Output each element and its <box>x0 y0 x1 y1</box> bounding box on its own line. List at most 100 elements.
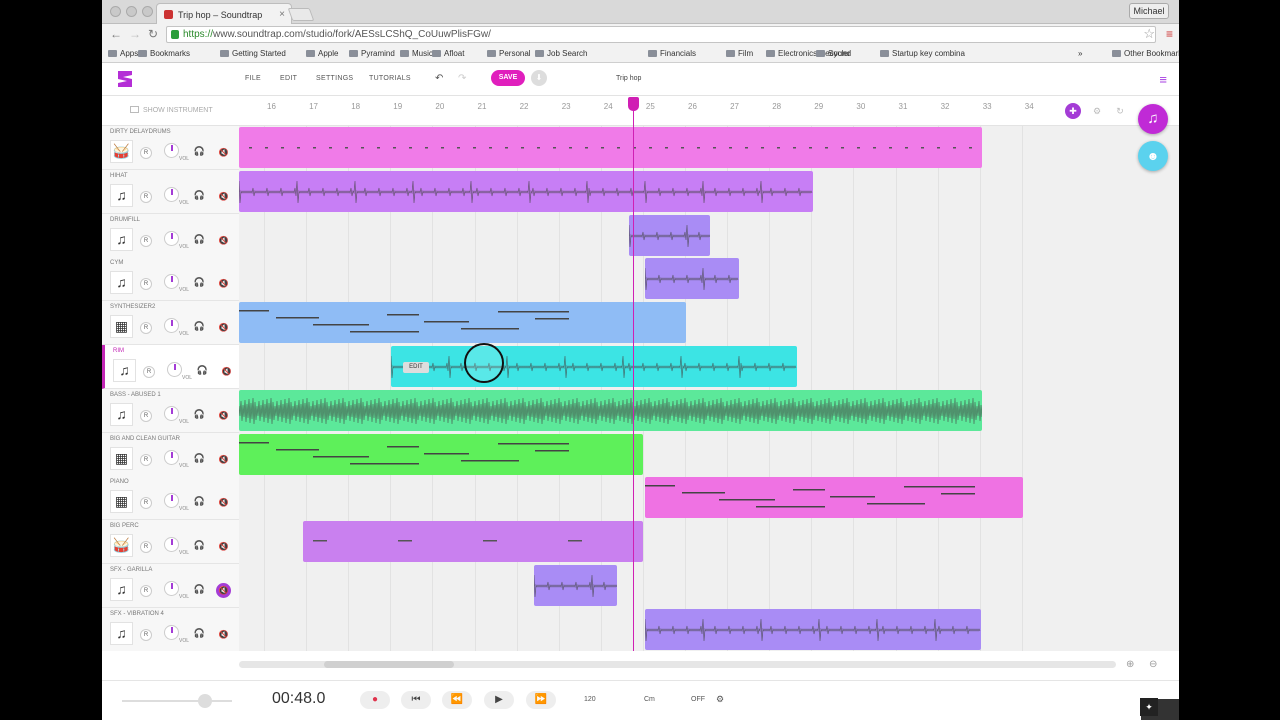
record-arm-button[interactable]: R <box>140 322 152 335</box>
tempo-display[interactable]: 120 <box>584 696 596 703</box>
collaborators-fab-icon[interactable]: ☻ <box>1138 141 1168 171</box>
track-name[interactable]: CYM <box>110 260 123 266</box>
bookmark-item[interactable]: Afloat <box>432 49 464 58</box>
fast-forward-button[interactable]: ⏩ <box>526 691 556 709</box>
note-icon[interactable]: ♫ <box>110 621 133 645</box>
zoom-window-button[interactable] <box>142 6 153 17</box>
track-name[interactable]: SFX - GARILLA <box>110 567 152 573</box>
track-header[interactable]: HIHAT ♫ R VOL 🎧 🔇 <box>102 169 239 214</box>
track-name[interactable]: BIG AND CLEAN GUITAR <box>110 436 180 442</box>
volume-knob[interactable] <box>164 493 179 509</box>
scrollbar-thumb[interactable] <box>324 661 454 668</box>
keyboard-icon[interactable]: ▦ <box>110 315 133 339</box>
screen-recorder-icon[interactable]: ✦ <box>1140 698 1158 716</box>
headphones-solo-icon[interactable]: 🎧 <box>193 540 206 553</box>
project-title[interactable]: Trip hop <box>616 75 641 82</box>
track-area[interactable]: DIRTY DELAYDRUMS 🥁 R VOL 🎧 🔇 HIHAT ♫ R VOL 🎧 🔇 DRUMF… <box>102 126 1179 651</box>
record-arm-button[interactable]: R <box>140 409 152 422</box>
record-arm-button[interactable]: R <box>140 278 152 291</box>
bookmark-item[interactable]: Startup key combina <box>880 49 965 58</box>
save-button[interactable]: SAVE <box>491 70 525 86</box>
bookmark-item[interactable]: Financials <box>648 49 696 58</box>
bookmark-item[interactable]: Apple <box>306 49 338 58</box>
headphones-solo-icon[interactable]: 🎧 <box>196 365 209 378</box>
record-arm-button[interactable]: R <box>140 628 152 641</box>
transport-settings-gear-icon[interactable]: ⚙ <box>716 694 724 705</box>
volume-knob[interactable] <box>164 318 179 334</box>
audio-clip[interactable] <box>534 565 617 606</box>
track-name[interactable]: RIM <box>113 348 124 354</box>
record-arm-button[interactable]: R <box>143 366 155 378</box>
record-arm-button[interactable]: R <box>140 453 152 466</box>
key-display[interactable]: Cm <box>644 696 655 703</box>
track-name[interactable]: PIANO <box>110 479 129 485</box>
track-header[interactable]: BIG PERC 🥁 R VOL 🎧 🔇 <box>102 520 239 565</box>
play-button[interactable]: ▶ <box>484 691 514 709</box>
volume-knob[interactable] <box>164 537 179 553</box>
keyboard-icon[interactable]: ▦ <box>110 446 133 470</box>
headphones-solo-icon[interactable]: 🎧 <box>193 409 206 422</box>
address-bar[interactable]: https://www.soundtrap.com/studio/fork/AE… <box>166 26 1156 43</box>
record-arm-button[interactable]: R <box>140 585 152 597</box>
bookmark-item[interactable]: Personal <box>487 49 531 58</box>
bookmark-item[interactable]: Bookmarks <box>138 49 190 58</box>
profile-button[interactable]: Michael <box>1129 3 1169 19</box>
soundtrap-logo-icon[interactable] <box>115 69 135 89</box>
bookmark-item[interactable]: Getting Started <box>220 49 286 58</box>
volume-knob[interactable] <box>164 581 179 596</box>
track-header[interactable]: RIM ♫ R VOL 🎧 🔇 <box>102 345 239 389</box>
audio-clip[interactable] <box>239 433 643 475</box>
record-arm-button[interactable]: R <box>140 234 152 247</box>
mute-speaker-icon[interactable]: 🔇 <box>216 320 231 335</box>
menu-tutorials[interactable]: TUTORIALS <box>369 75 411 82</box>
mute-speaker-icon[interactable]: 🔇 <box>216 627 231 642</box>
track-name[interactable]: SYNTHESIZER2 <box>110 304 155 310</box>
headphones-solo-icon[interactable]: 🎧 <box>193 146 206 159</box>
bookmark-item[interactable]: Sound <box>816 49 851 58</box>
record-arm-button[interactable]: R <box>140 147 152 159</box>
audio-clip[interactable] <box>239 127 982 168</box>
bookmark-item[interactable]: Pyramind <box>349 49 395 58</box>
zoom-in-icon[interactable]: ⊕ <box>1126 659 1134 670</box>
hamburger-menu-icon[interactable]: ≡ <box>1159 72 1167 87</box>
record-arm-button[interactable]: R <box>140 497 152 510</box>
headphones-solo-icon[interactable]: 🎧 <box>193 190 206 203</box>
gear-icon[interactable]: ⚙ <box>1089 103 1105 119</box>
mute-speaker-icon[interactable]: 🔇 <box>216 276 231 291</box>
headphones-solo-icon[interactable]: 🎧 <box>193 628 206 641</box>
new-tab-button[interactable] <box>287 8 315 21</box>
master-volume-slider[interactable] <box>122 694 232 708</box>
redo-icon[interactable]: ↷ <box>458 73 467 84</box>
audio-clip[interactable] <box>239 170 813 212</box>
instruments-fab-music-icon[interactable]: ♫ <box>1138 104 1168 134</box>
bookmark-item[interactable]: Apps <box>108 49 138 58</box>
note-icon[interactable]: ♫ <box>110 271 133 295</box>
volume-knob[interactable] <box>164 624 179 640</box>
audio-clip[interactable] <box>645 258 739 300</box>
volume-knob[interactable] <box>167 362 182 377</box>
volume-knob[interactable] <box>164 449 179 465</box>
track-header[interactable]: SFX - VIBRATION 4 ♫ R VOL 🎧 🔇 <box>102 607 239 651</box>
audio-clip[interactable] <box>645 608 981 650</box>
record-button[interactable]: ● <box>360 691 390 709</box>
loop-icon[interactable]: ↻ <box>1112 103 1128 119</box>
timeline-ruler[interactable]: SHOW INSTRUMENT ✚ ⚙ ↻ 16 17 18 19 20 21 22 23 24… <box>102 96 1179 126</box>
mute-speaker-icon[interactable]: 🔇 <box>216 583 231 598</box>
mute-speaker-icon[interactable]: 🔇 <box>216 452 231 467</box>
audio-clip[interactable] <box>391 346 797 387</box>
headphones-solo-icon[interactable]: 🎧 <box>193 584 206 597</box>
track-header[interactable]: SFX - GARILLA ♫ R VOL 🎧 🔇 <box>102 564 239 608</box>
note-icon[interactable]: ♫ <box>110 578 133 601</box>
volume-slider-knob[interactable] <box>198 694 212 708</box>
track-header[interactable]: SYNTHESIZER2 ▦ R VOL 🎧 🔇 <box>102 301 239 346</box>
drum-icon[interactable]: 🥁 <box>110 140 133 163</box>
headphones-solo-icon[interactable]: 🎧 <box>193 321 206 334</box>
audio-clip[interactable] <box>629 214 710 256</box>
rewind-button[interactable]: ⏪ <box>442 691 472 709</box>
track-name[interactable]: SFX - VIBRATION 4 <box>110 611 164 617</box>
minimize-window-button[interactable] <box>126 6 137 17</box>
browser-tab[interactable]: Trip hop – Soundtrap × <box>156 3 292 24</box>
mute-speaker-icon[interactable]: 🔇 <box>216 233 231 248</box>
track-name[interactable]: BIG PERC <box>110 523 139 529</box>
audio-clip[interactable] <box>303 521 643 563</box>
